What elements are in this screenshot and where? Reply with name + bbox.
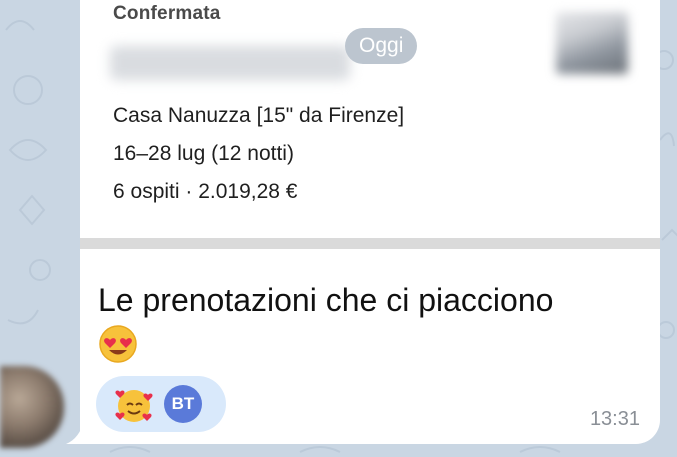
reaction-pill[interactable]: BT <box>96 376 226 432</box>
message-text: Le prenotazioni che ci piacciono <box>98 282 554 318</box>
guests-and-price: 6 ospiti · 2.019,28 € <box>113 180 298 203</box>
booking-preview-card[interactable]: Confermata Oggi Casa Nanuzza [15" da Fir… <box>80 0 660 238</box>
reaction-user-avatar: BT <box>164 385 202 423</box>
blurred-guest-name <box>110 46 350 80</box>
message-text-block: Le prenotazioni che ci piacciono <box>98 280 638 373</box>
heart-eyes-emoji-icon <box>99 325 137 363</box>
listing-thumbnail <box>556 12 628 74</box>
booking-status: Confermata <box>113 3 221 24</box>
day-badge: Oggi <box>345 28 418 64</box>
message-bubble[interactable]: Confermata Oggi Casa Nanuzza [15" da Fir… <box>80 0 660 444</box>
smiling-face-with-hearts-icon <box>115 390 153 422</box>
message-timestamp: 13:31 <box>589 408 640 430</box>
booking-dates: 16–28 lug (12 notti) <box>113 142 294 165</box>
preview-divider <box>80 238 660 249</box>
listing-name: Casa Nanuzza [15" da Firenze] <box>113 104 405 127</box>
